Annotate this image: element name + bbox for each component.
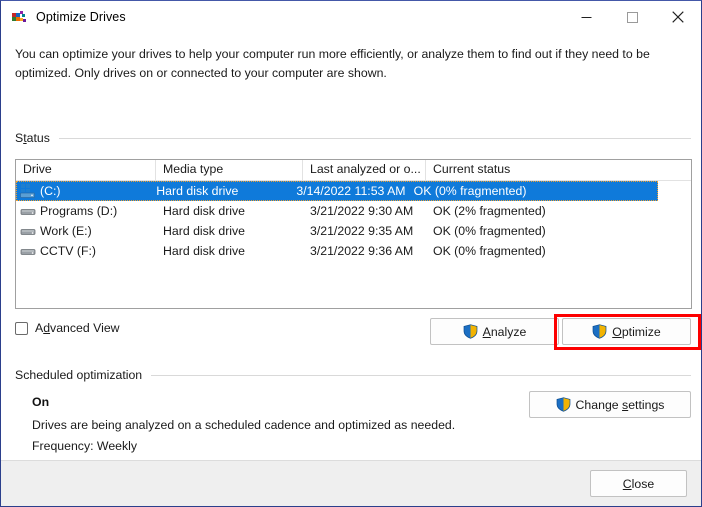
scheduled-group-rule — [151, 374, 691, 376]
table-row[interactable]: Programs (D:) Hard disk drive 3/21/2022 … — [16, 201, 691, 221]
cell-last-analyzed: 3/14/2022 11:53 AM — [296, 183, 406, 198]
close-button-label: Close — [622, 476, 655, 491]
cell-last-analyzed: 3/21/2022 9:35 AM — [310, 223, 414, 238]
table-row[interactable]: (C:) Hard disk drive 3/14/2022 11:53 AM … — [16, 181, 658, 201]
schedule-description: Drives are being analyzed on a scheduled… — [32, 418, 456, 432]
dialog-body: You can optimize your drives to help you… — [1, 33, 701, 460]
hard-drive-icon — [20, 223, 36, 239]
cell-current-status: OK (2% fragmented) — [433, 203, 546, 218]
status-group-rule — [58, 137, 691, 139]
cell-last-analyzed: 3/21/2022 9:36 AM — [310, 243, 414, 258]
cell-drive: Work (E:) — [16, 222, 156, 241]
column-header-drive[interactable]: Drive — [16, 160, 156, 180]
cell-drive: (C:) — [16, 182, 149, 201]
optimize-button-label: Optimize — [612, 324, 661, 339]
cell-drive-label: (C:) — [40, 183, 61, 198]
table-row[interactable]: CCTV (F:) Hard disk drive 3/21/2022 9:36… — [16, 241, 691, 261]
intro-text: You can optimize your drives to help you… — [15, 45, 675, 83]
defrag-icon — [11, 9, 27, 25]
cell-drive-label: Programs (D:) — [40, 203, 118, 218]
window-controls — [563, 1, 701, 33]
maximize-icon[interactable] — [609, 1, 655, 33]
scheduled-group-header: Scheduled optimization — [15, 368, 691, 382]
close-button[interactable]: Close — [590, 470, 687, 497]
intro-line-2: optimized. Only drives on or connected t… — [15, 66, 387, 80]
cell-last-analyzed: 3/21/2022 9:30 AM — [310, 203, 414, 218]
window-title: Optimize Drives — [36, 10, 126, 24]
scheduled-group-label: Scheduled optimization — [15, 368, 143, 382]
cell-current-status: OK (0% fragmented) — [433, 243, 546, 258]
schedule-state: On — [32, 395, 50, 409]
cell-media-type: Hard disk drive — [163, 203, 246, 218]
column-header-current-status[interactable]: Current status — [426, 160, 690, 180]
uac-shield-icon — [463, 324, 478, 339]
cell-drive: CCTV (F:) — [16, 242, 156, 261]
table-row[interactable]: Work (E:) Hard disk drive 3/21/2022 9:35… — [16, 221, 691, 241]
cell-current-status: OK (0% fragmented) — [413, 183, 527, 198]
optimize-drives-window: Optimize Drives You can optimize your dr… — [0, 0, 702, 507]
advanced-view-checkbox[interactable]: Advanced View — [15, 321, 120, 335]
intro-line-1: You can optimize your drives to help you… — [15, 47, 650, 61]
cell-drive-label: Work (E:) — [40, 223, 92, 238]
title-bar: Optimize Drives — [1, 1, 701, 33]
column-header-last-analyzed[interactable]: Last analyzed or o... — [303, 160, 426, 180]
cell-media-type: Hard disk drive — [163, 243, 246, 258]
optimize-button[interactable]: Optimize — [562, 318, 691, 345]
change-settings-button[interactable]: Change settings — [529, 391, 691, 418]
cell-drive: Programs (D:) — [16, 202, 156, 221]
analyze-button[interactable]: Analyze — [430, 318, 559, 345]
advanced-view-label: Advanced View — [35, 321, 120, 335]
schedule-frequency: Frequency: Weekly — [32, 439, 138, 453]
system-drive-icon — [20, 183, 36, 199]
drives-list[interactable]: Drive Media type Last analyzed or o... C… — [15, 159, 692, 309]
checkbox-box[interactable] — [15, 321, 28, 335]
close-icon[interactable] — [655, 1, 701, 33]
hard-drive-icon — [20, 203, 36, 219]
drives-list-header: Drive Media type Last analyzed or o... C… — [16, 160, 691, 181]
hard-drive-icon — [20, 243, 36, 259]
change-settings-label: Change settings — [575, 397, 665, 412]
uac-shield-icon — [556, 397, 571, 412]
minimize-icon[interactable] — [563, 1, 609, 33]
uac-shield-icon — [592, 324, 607, 339]
cell-media-type: Hard disk drive — [163, 223, 246, 238]
status-group-label: Status — [15, 131, 50, 145]
cell-current-status: OK (0% fragmented) — [433, 223, 546, 238]
cell-media-type: Hard disk drive — [156, 183, 239, 198]
column-header-media-type[interactable]: Media type — [156, 160, 303, 180]
cell-drive-label: CCTV (F:) — [40, 243, 97, 258]
analyze-button-label: Analyze — [482, 324, 527, 339]
dialog-footer: Close — [1, 460, 701, 506]
status-group-header: Status — [15, 131, 691, 145]
